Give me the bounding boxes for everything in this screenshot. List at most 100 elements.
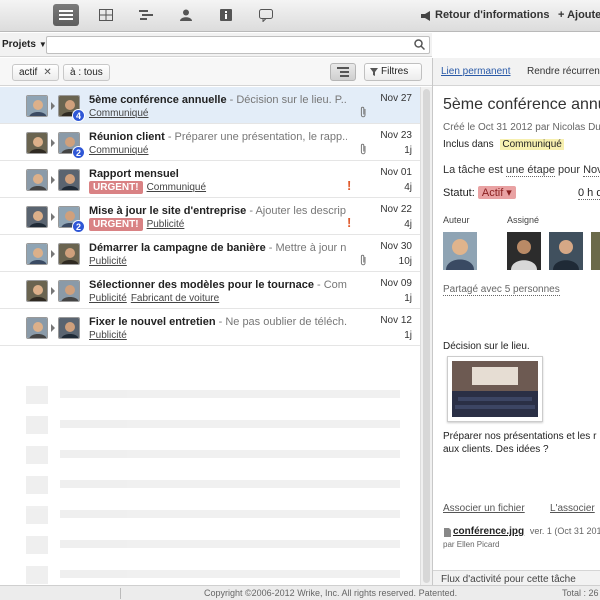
folder-tag[interactable]: Communiqué: [89, 108, 148, 119]
placeholder-bar: [60, 420, 400, 428]
folder-tag[interactable]: Communiqué: [89, 145, 148, 156]
task-title-line[interactable]: Démarrer la campagne de banière - Mettre…: [89, 241, 347, 255]
task-title-line[interactable]: Fixer le nouvel entretien - Ne pas oubli…: [89, 315, 347, 329]
task-title[interactable]: 5ème conférence annu: [443, 96, 600, 114]
step-type-selector[interactable]: une étape: [506, 164, 555, 177]
task-title-line[interactable]: 5ème conférence annuelle - Décision sur …: [89, 93, 347, 107]
status-dropdown[interactable]: Actif ▾: [477, 186, 516, 199]
attachment-link[interactable]: conférence.jpg: [453, 526, 524, 537]
total-count: Total : 26: [562, 588, 599, 598]
task-detail-pane: Lien permanent Rendre récurrent 5ème con…: [432, 58, 600, 585]
assignee-avatar[interactable]: [549, 232, 583, 270]
scrollbar-thumb[interactable]: [423, 89, 430, 583]
search-icon[interactable]: [414, 39, 425, 50]
author-avatar[interactable]: [26, 95, 48, 117]
folder-tag[interactable]: Publicité: [147, 219, 185, 230]
folder-tag[interactable]: Publicité: [89, 293, 127, 304]
task-title[interactable]: Sélectionner des modèles pour le tournac…: [89, 279, 314, 291]
feedback-link[interactable]: Retour d'informations: [435, 9, 549, 21]
list-view-button[interactable]: [53, 4, 79, 26]
description-line: aux clients. Des idées ?: [443, 444, 549, 455]
person-icon: [27, 96, 47, 116]
filter-chip-active[interactable]: actif ✕: [12, 64, 59, 81]
task-row[interactable]: 2 Réunion client - Préparer une présentat…: [0, 124, 420, 161]
task-title[interactable]: Fixer le nouvel entretien: [89, 316, 216, 328]
task-title[interactable]: Réunion client: [89, 131, 165, 143]
included-in-label: Inclus dans: [443, 139, 494, 150]
task-title-line[interactable]: Sélectionner des modèles pour le tournac…: [89, 278, 347, 292]
urgent-tag[interactable]: URGENT!: [89, 218, 143, 231]
task-list-scrollbar[interactable]: [420, 87, 432, 585]
task-title[interactable]: 5ème conférence annuelle: [89, 94, 227, 106]
assignee-avatar[interactable]: [591, 232, 600, 270]
assignee-avatar[interactable]: [58, 280, 80, 302]
paperclip-icon: [360, 106, 366, 118]
task-duration: 1j: [404, 145, 412, 156]
author-avatar[interactable]: [26, 206, 48, 228]
folder-tag[interactable]: Publicité: [89, 256, 127, 267]
task-title-line[interactable]: Rapport mensuel: [89, 167, 347, 181]
projects-dropdown[interactable]: Projets ▼: [0, 37, 47, 53]
attach-other-link[interactable]: L'associer: [550, 503, 595, 514]
task-title-line[interactable]: Réunion client - Préparer une présentati…: [89, 130, 347, 144]
table-view-button[interactable]: [93, 4, 119, 26]
close-icon[interactable]: ✕: [43, 67, 51, 78]
task-row[interactable]: 4 5ème conférence annuelle - Décision sur…: [0, 87, 420, 124]
author-avatar[interactable]: [26, 169, 48, 191]
task-title[interactable]: Mise à jour le site d'entreprise: [89, 205, 246, 217]
filter-chip-active-label: actif: [19, 67, 38, 78]
task-row[interactable]: Démarrer la campagne de banière - Mettre…: [0, 235, 420, 272]
task-title[interactable]: Rapport mensuel: [89, 168, 179, 180]
folder-tag[interactable]: Fabricant de voiture: [131, 293, 219, 304]
view-options-button[interactable]: [330, 63, 356, 81]
author-avatar[interactable]: [26, 280, 48, 302]
task-title[interactable]: Démarrer la campagne de banière: [89, 242, 266, 254]
task-row[interactable]: Rapport mensuel URGENT! Communiqué! Nov 01 4…: [0, 161, 420, 198]
task-description: - Préparer une présentation, le rapp...: [164, 131, 347, 143]
placeholder-row: [20, 476, 410, 496]
assignee-avatar[interactable]: [58, 169, 80, 191]
author-avatar[interactable]: [26, 132, 48, 154]
author-avatar[interactable]: [443, 232, 477, 270]
filter-chip-assignee[interactable]: à : tous: [63, 64, 110, 81]
task-row[interactable]: Sélectionner des modèles pour le tournac…: [0, 272, 420, 309]
permalink-link[interactable]: Lien permanent: [441, 66, 511, 77]
arrow-right-icon: [51, 139, 55, 147]
attachment-thumbnail[interactable]: [447, 356, 543, 422]
task-description: - Com...: [317, 279, 347, 291]
make-recurring-button[interactable]: Rendre récurrent: [527, 66, 600, 77]
filters-button[interactable]: Filtres: [364, 63, 422, 81]
task-row[interactable]: 2 Mise à jour le site d'entreprise - Ajou…: [0, 198, 420, 235]
task-tags: URGENT! Publicité: [89, 218, 188, 232]
folder-tag[interactable]: Publicité: [89, 330, 127, 341]
info-view-button[interactable]: [213, 4, 239, 26]
activity-stream-header[interactable]: Flux d'activité pour cette tâche: [433, 570, 600, 585]
author-avatar[interactable]: [26, 317, 48, 339]
task-title-line[interactable]: Mise à jour le site d'entreprise - Ajout…: [89, 204, 347, 218]
folder-tag[interactable]: Communiqué: [500, 139, 564, 150]
author-avatar[interactable]: [26, 243, 48, 265]
step-prefix: La tâche est: [443, 164, 503, 176]
assignee-avatar[interactable]: [58, 243, 80, 265]
gantt-view-button[interactable]: [133, 4, 159, 26]
task-tags: Publicité Fabricant de voiture: [89, 292, 223, 306]
task-duration: 10j: [398, 256, 412, 267]
add-button[interactable]: + Ajoute: [558, 9, 600, 21]
stream-view-button[interactable]: [253, 4, 279, 26]
folder-tag[interactable]: Communiqué: [147, 182, 206, 193]
search-input[interactable]: [46, 36, 430, 54]
urgent-tag[interactable]: URGENT!: [89, 181, 143, 194]
arrow-right-icon: [51, 176, 55, 184]
file-icon: [444, 528, 451, 537]
person-icon: [27, 244, 47, 264]
step-date-selector[interactable]: Nov: [583, 164, 600, 177]
time-spent[interactable]: 0 h d: [578, 187, 600, 200]
placeholder-bar: [60, 510, 400, 518]
task-row[interactable]: Fixer le nouvel entretien - Ne pas oubli…: [0, 309, 420, 346]
shared-with-link[interactable]: Partagé avec 5 personnes: [443, 284, 560, 296]
assignee-count-badge: 2: [72, 146, 85, 159]
assignee-avatar[interactable]: [507, 232, 541, 270]
attach-file-link[interactable]: Associer un fichier: [443, 503, 525, 514]
users-view-button[interactable]: [173, 4, 199, 26]
assignee-avatar[interactable]: [58, 317, 80, 339]
